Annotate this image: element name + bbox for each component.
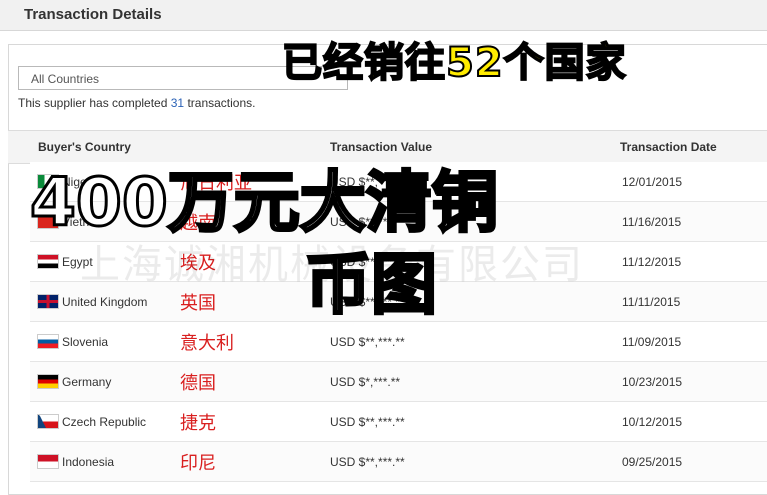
uk-flag-icon bbox=[37, 294, 59, 309]
transaction-date: 11/12/2015 bbox=[622, 255, 682, 269]
table-header: Buyer's Country Transaction Value Transa… bbox=[8, 130, 767, 164]
table-row: Germany 德国 USD $*,***.** 10/23/2015 bbox=[30, 362, 767, 402]
transaction-date: 11/16/2015 bbox=[622, 215, 682, 229]
transaction-value: USD $**,***.** bbox=[330, 455, 405, 469]
table-row: Czech Republic 捷克 USD $**,***.** 10/12/2… bbox=[30, 402, 767, 442]
column-header-value[interactable]: Transaction Value bbox=[330, 140, 432, 154]
transaction-value: USD $**,***.** bbox=[330, 415, 405, 429]
title-bar: Transaction Details bbox=[0, 0, 767, 31]
summary-prefix: This supplier has completed bbox=[18, 96, 171, 110]
transaction-date: 11/09/2015 bbox=[622, 335, 682, 349]
germany-flag-icon bbox=[37, 374, 59, 389]
country-name: Germany bbox=[62, 375, 112, 389]
transaction-date: 12/01/2015 bbox=[622, 175, 683, 189]
czech-flag-icon bbox=[37, 414, 59, 429]
country-name: Czech Republic bbox=[62, 415, 147, 429]
egypt-flag-icon bbox=[37, 254, 59, 269]
country-name-chinese: 德国 bbox=[180, 373, 216, 394]
table-row: Indonesia 印尼 USD $**,***.** 09/25/2015 bbox=[30, 442, 767, 482]
summary-suffix: transactions. bbox=[184, 96, 256, 110]
country-name-chinese: 意大利 bbox=[180, 333, 234, 354]
transaction-date: 10/12/2015 bbox=[622, 415, 683, 429]
table-row: Slovenia 意大利 USD $**,***.** 11/09/2015 bbox=[30, 322, 767, 362]
transaction-date: 10/23/2015 bbox=[622, 375, 683, 389]
slovenia-flag-icon bbox=[37, 334, 59, 349]
country-name-chinese: 捷克 bbox=[180, 413, 216, 434]
overlay-caption-headline: 400万元大清铜 bbox=[29, 164, 500, 241]
page-title: Transaction Details bbox=[24, 6, 162, 23]
country-name-chinese: 英国 bbox=[180, 293, 216, 314]
overlay-caption-countries: 已经销往52个国家 bbox=[281, 39, 627, 87]
overlay-caption-headline-2: 币图 bbox=[304, 246, 439, 323]
country-name: United Kingdom bbox=[62, 295, 148, 309]
column-header-country[interactable]: Buyer's Country bbox=[38, 140, 131, 154]
transaction-date: 09/25/2015 bbox=[622, 455, 683, 469]
transaction-value: USD $**,***.** bbox=[330, 335, 405, 349]
transactions-summary: This supplier has completed 31 transacti… bbox=[18, 96, 255, 110]
transaction-count: 31 bbox=[170, 96, 185, 110]
transaction-date: 11/11/2015 bbox=[622, 295, 681, 309]
country-filter-value: All Countries bbox=[31, 72, 100, 86]
transaction-value: USD $*,***.** bbox=[330, 375, 401, 389]
indonesia-flag-icon bbox=[37, 454, 59, 469]
country-name: Slovenia bbox=[62, 335, 109, 349]
country-name: Indonesia bbox=[62, 455, 115, 469]
column-header-date[interactable]: Transaction Date bbox=[620, 140, 717, 154]
country-name-chinese: 印尼 bbox=[180, 453, 216, 474]
